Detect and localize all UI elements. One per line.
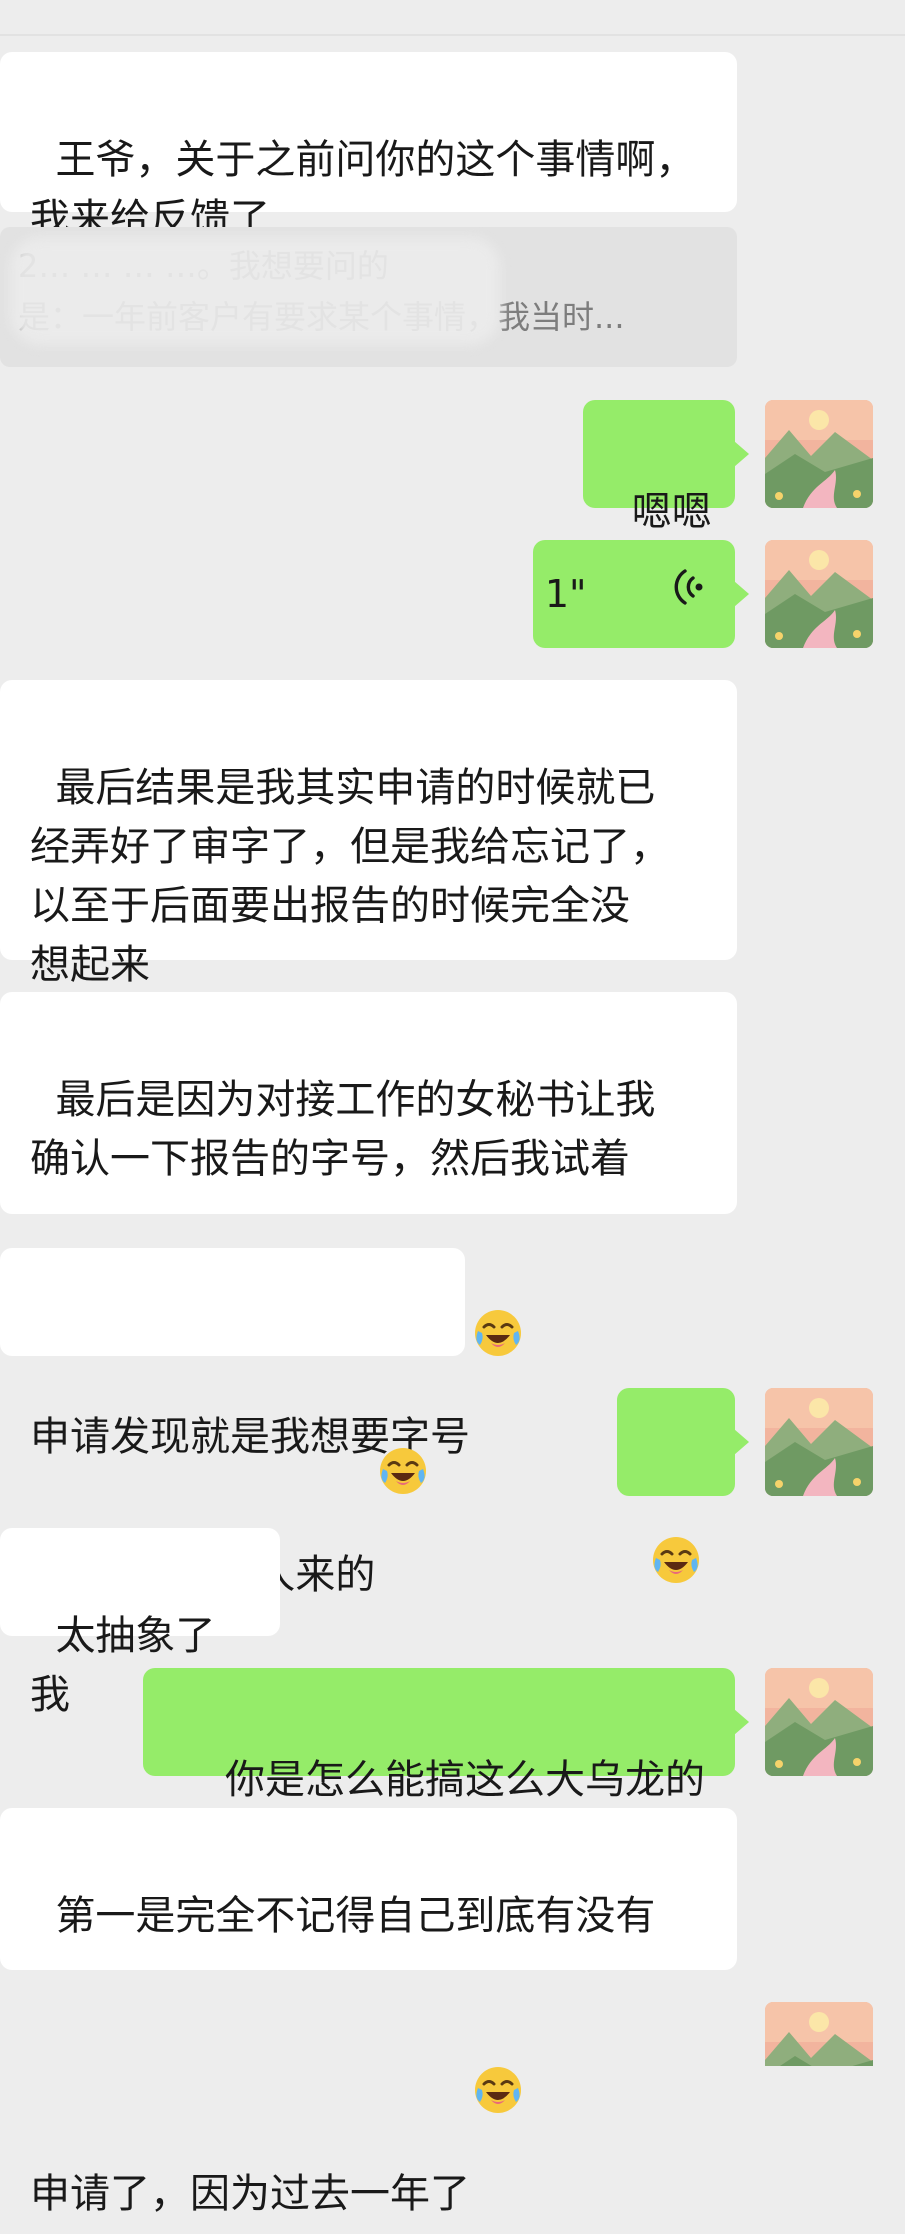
message-bubble-incoming[interactable]: 最后是因为对接工作的女秘书让我 确认一下报告的字号，然后我试着 申请发现就是我想…: [0, 992, 737, 1460]
my-avatar[interactable]: [765, 1388, 873, 1496]
message-bubble-outgoing[interactable]: 你是怎么能搞这么大乌龙的: [143, 1668, 749, 1803]
emoji-message-bubble[interactable]: [617, 1388, 749, 1583]
message-bubble-incoming[interactable]: 第一是完全不记得自己到底有没有 申请了，因为过去一年了: [0, 1808, 737, 2217]
message-bubble-incoming[interactable]: 太抽象了我: [0, 1528, 280, 1718]
voice-message-bubble[interactable]: 1": [533, 540, 749, 648]
message-bubble-outgoing[interactable]: 嗯嗯: [583, 400, 749, 535]
top-divider: [0, 34, 905, 36]
voice-wave-icon: [601, 506, 705, 683]
message-bubble-incoming[interactable]: 我真的是神人来的: [0, 1248, 465, 1598]
quoted-message[interactable]: 2… … … …。我想要问的 是：一年前客户有要求某个事情，我当时...: [0, 227, 737, 367]
crying-laughing-emoji-icon: [472, 1946, 524, 2113]
message-text: 第一是完全不记得自己到底有没有 申请了，因为过去一年了: [30, 1893, 656, 2217]
my-avatar[interactable]: [765, 2002, 873, 2066]
crying-laughing-emoji-icon: [377, 1327, 429, 1494]
message-bubble-incoming[interactable]: 最后结果是我其实申请的时候就已 经弄好了审字了，但是我给忘记了， 以至于后面要出…: [0, 680, 737, 988]
crying-laughing-emoji-icon: [650, 1416, 702, 1583]
redaction-blur: [10, 237, 500, 345]
message-text: 你是怎么能搞这么大乌龙的: [225, 1757, 705, 1803]
message-text: 最后结果是我其实申请的时候就已 经弄好了审字了，但是我给忘记了， 以至于后面要出…: [30, 765, 670, 988]
voice-duration: 1": [544, 571, 587, 616]
my-avatar[interactable]: [765, 540, 873, 648]
my-avatar[interactable]: [765, 400, 873, 508]
my-avatar[interactable]: [765, 1668, 873, 1776]
message-bubble-incoming[interactable]: 王爷，关于之前问你的这个事情啊， 我来给反馈了: [0, 52, 737, 242]
crying-laughing-emoji-icon: [472, 1189, 524, 1356]
